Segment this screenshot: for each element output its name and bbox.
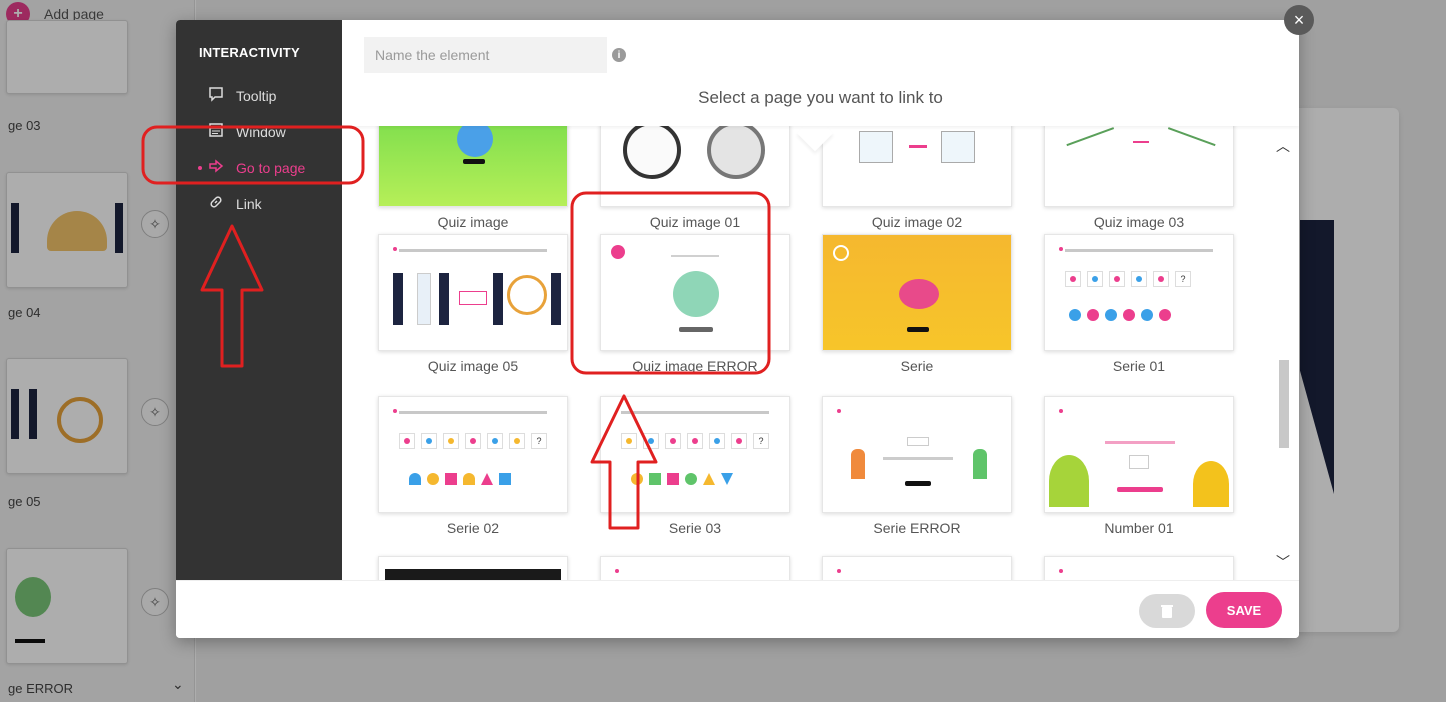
modal-footer: SAVE — [176, 580, 1299, 638]
menu-item-label: Tooltip — [236, 88, 277, 104]
tooltip-icon — [206, 86, 226, 106]
close-icon[interactable]: × — [1284, 5, 1314, 35]
menu-item-label: Window — [236, 124, 286, 140]
interactivity-modal: INTERACTIVITY Tooltip Window Go to page — [176, 20, 1299, 638]
page-thumbnail: ? — [1044, 234, 1234, 351]
trash-icon — [1161, 605, 1173, 618]
page-card-label: Quiz image 05 — [427, 358, 519, 374]
page-thumbnail — [378, 556, 568, 580]
chevron-down-icon[interactable]: ﹀ — [1268, 552, 1298, 572]
page-thumbnail — [822, 556, 1012, 580]
page-card-label: Serie 03 — [668, 520, 722, 536]
page-thumbnail: ? — [378, 396, 568, 513]
select-page-title: Select a page you want to link to — [698, 88, 943, 107]
interactivity-heading: INTERACTIVITY — [199, 45, 300, 60]
page-card-label: Quiz image — [437, 214, 509, 230]
menu-item-go-to-page[interactable]: Go to page — [198, 150, 306, 186]
page-thumbnail — [822, 234, 1012, 351]
menu-item-tooltip[interactable]: Tooltip — [206, 78, 305, 114]
page-card-label: Quiz image 01 — [649, 214, 741, 230]
modal-header: i Select a page you want to link to — [342, 20, 1299, 126]
element-name-input[interactable] — [364, 37, 607, 73]
page-thumbnail — [1044, 396, 1234, 513]
page-card-label: Quiz image ERROR — [632, 358, 758, 374]
save-button[interactable]: SAVE — [1206, 592, 1282, 628]
menu-item-window[interactable]: Window — [206, 114, 305, 150]
chevron-up-icon[interactable]: ︿ — [1268, 136, 1298, 156]
page-thumbnail — [600, 234, 790, 351]
window-icon — [206, 122, 226, 142]
page-card-label: Serie ERROR — [873, 520, 961, 536]
page-card-label: Quiz image 03 — [1093, 214, 1185, 230]
page-thumbnail — [822, 396, 1012, 513]
scroll-thumb[interactable] — [1279, 360, 1289, 448]
page-thumbnail — [600, 556, 790, 580]
page-thumbnail: ? — [600, 396, 790, 513]
arrow-right-icon — [206, 158, 226, 178]
page-card-label: Serie 01 — [1112, 358, 1166, 374]
link-icon — [206, 194, 226, 214]
menu-item-label: Link — [236, 196, 262, 212]
page-card-label: Serie 02 — [446, 520, 500, 536]
active-indicator — [198, 166, 202, 170]
delete-button[interactable] — [1139, 594, 1195, 628]
menu-item-link[interactable]: Link — [206, 186, 305, 222]
page-card-label: Quiz image 02 — [871, 214, 963, 230]
info-icon[interactable]: i — [612, 48, 626, 62]
menu-item-label: Go to page — [236, 160, 306, 176]
go-to-page-panel: Quiz image Quiz image 01 Quiz image 02 Q… — [342, 20, 1299, 580]
page-card-label: Serie — [900, 358, 934, 374]
page-thumbnail — [1044, 556, 1234, 580]
interactivity-sidebar: INTERACTIVITY Tooltip Window Go to page — [176, 20, 342, 580]
page-card-label: Number 01 — [1104, 520, 1174, 536]
grid-scrollbar[interactable] — [1267, 130, 1299, 580]
page-thumbnail — [378, 234, 568, 351]
